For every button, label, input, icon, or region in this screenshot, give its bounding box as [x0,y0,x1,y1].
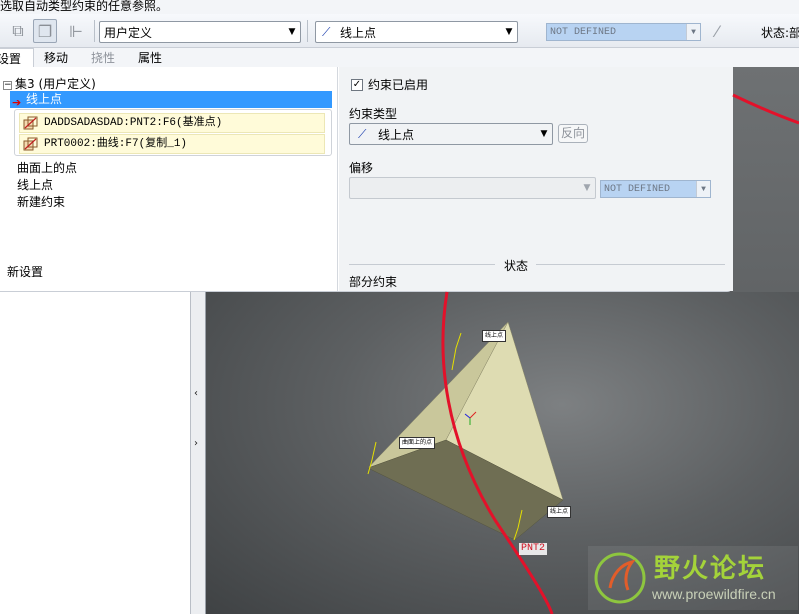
set-type-value: 用户定义 [104,25,153,40]
chevron-down-icon[interactable]: ▼ [579,178,595,198]
chevron-down-icon[interactable]: ▼ [284,22,300,42]
mechanism-connection-icon[interactable]: ⊩ [64,19,88,43]
watermark-url: www.proewildfire.cn [652,586,776,602]
constraint-annotation: 曲面上的点 [399,437,436,449]
constraint-annotation: 线上点 [482,330,507,342]
checkmark-icon[interactable]: ✓ [351,78,363,91]
part-reference-icon [23,137,38,151]
constraint-type-value: 线上点 [340,25,377,40]
constraint-annotation: 线上点 [547,506,572,518]
tab-properties[interactable]: 属性 [138,48,162,68]
forum-watermark: 野火论坛 www.proewildfire.cn [588,546,798,610]
status-label: 状态:部 [761,26,799,40]
set-tree-root[interactable]: − 集3 (用户定义) [3,75,96,92]
expand-right-icon[interactable]: › [194,438,198,449]
constraint-type-combo-value: 线上点 [378,127,415,142]
watermark-title: 野火论坛 [654,554,767,584]
constraint-properties: ✓ 约束已启用 约束类型 ⟋ 线上点 ▼ 反向 偏移 ▼ NOT DEFINED… [339,67,733,291]
collapse-icon[interactable]: − [3,81,12,90]
reference-label: DADDSADASDAD:PNT2:F6(基准点) [44,117,223,129]
set-type-select[interactable]: 用户定义 ▼ [99,21,301,43]
selected-constraint-label: 线上点 [26,92,63,106]
point-on-line-icon: ⟋ [358,127,367,141]
chevron-down-icon[interactable]: ▼ [686,24,700,40]
reference-label: PRT0002:曲线:F7(复制_1) [44,138,188,150]
datum-point-label[interactable]: PNT2 [519,543,548,555]
constraint-item[interactable]: 线上点 [17,176,53,193]
constraint-enabled-label: 约束已启用 [368,78,429,92]
chevron-down-icon[interactable]: ▼ [536,124,552,144]
constraint-type-select[interactable]: ⟋ 线上点 ▼ [315,21,518,43]
offset-combo[interactable]: ▼ [349,177,596,199]
status-value: 部分约束 [349,275,398,289]
offset-label: 偏移 [349,161,374,175]
set-tree-root-label: 集3 (用户定义) [15,77,96,91]
new-constraint-link[interactable]: 新建约束 [17,193,65,210]
model-tree-pane[interactable] [0,292,191,614]
flip-icon[interactable]: ⁄ [705,19,729,43]
pane-sash[interactable]: ‹ › [191,292,206,614]
constraint-item[interactable]: 曲面上的点 [17,159,77,176]
forum-logo-icon [594,552,646,604]
chevron-down-icon[interactable]: ▼ [501,22,517,42]
graphics-viewport-top[interactable] [733,67,799,292]
new-set-link[interactable]: 新设置 [7,263,43,280]
collapse-left-icon[interactable]: ‹ [194,388,198,399]
chevron-down-icon[interactable]: ▼ [696,181,710,197]
tab-flexibility[interactable]: 挠性 [91,48,115,68]
constraint-enabled-checkbox[interactable]: ✓ 约束已启用 [351,76,428,93]
placement-panel: − 集3 (用户定义) ➔ 线上点 DADDSADASDAD:PNT2:F6(基准… [0,67,733,292]
point-on-line-icon: ⟋ [322,25,331,39]
offset-select[interactable]: NOT DEFINED ▼ [546,23,701,41]
assembly-dashboard-toolbar: ⧉ ❐ ⊩ 用户定义 ▼ ⟋ 线上点 ▼ NOT DEFINED ▼ ⁄ 状态:… [0,14,799,48]
reference-item[interactable]: DADDSADASDAD:PNT2:F6(基准点) [19,113,325,133]
constraint-type-label: 约束类型 [349,107,398,121]
offset-value-label: NOT DEFINED [604,183,671,195]
reference-collector[interactable]: DADDSADASDAD:PNT2:F6(基准点) PRT0002:曲线:F7(… [14,109,332,156]
part-reference-icon [23,116,38,130]
user-defined-set-icon[interactable]: ❐ [33,19,57,43]
constraint-type-combo[interactable]: ⟋ 线上点 ▼ [349,123,553,145]
message-line: 选取自动类型约束的任意参照。 [0,0,799,14]
offset-value-combo[interactable]: NOT DEFINED ▼ [600,180,711,198]
reference-item[interactable]: PRT0002:曲线:F7(复制_1) [19,134,325,154]
offset-value: NOT DEFINED [550,26,617,38]
dashboard-tabs: 设置 移动 挠性 属性 [0,48,799,68]
selected-constraint[interactable]: ➔ 线上点 [10,91,332,109]
placement-icon[interactable]: ⧉ [6,19,30,43]
tab-placement[interactable]: 设置 [0,48,34,68]
status-group-title: 状态 [504,259,529,273]
tab-move[interactable]: 移动 [44,48,68,68]
flip-button[interactable]: 反向 [558,124,588,143]
constraint-set-tree: − 集3 (用户定义) ➔ 线上点 DADDSADASDAD:PNT2:F6(基准… [0,67,338,291]
